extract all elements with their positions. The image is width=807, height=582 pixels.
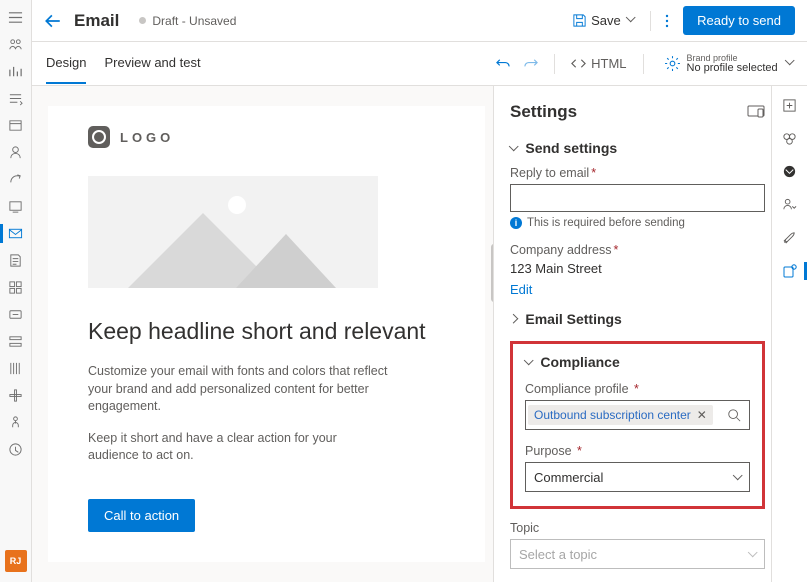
compliance-profile-lookup[interactable]: Outbound subscription center ✕	[525, 400, 750, 430]
rail-item-15[interactable]	[0, 409, 32, 436]
more-actions-icon[interactable]	[661, 10, 673, 32]
save-button[interactable]: Save	[566, 9, 640, 32]
section-toggle-compliance[interactable]: Compliance	[525, 354, 750, 370]
tab-design[interactable]: Design	[46, 43, 86, 84]
rail-item-4[interactable]	[0, 112, 32, 139]
rail-item-email[interactable]	[0, 220, 32, 247]
html-toggle[interactable]: HTML	[565, 52, 632, 75]
email-logo[interactable]: LOGO	[88, 126, 445, 148]
personalize-icon[interactable]	[778, 193, 801, 216]
company-address-label: Company address*	[510, 243, 765, 257]
user-avatar[interactable]: RJ	[5, 550, 27, 572]
info-icon: i	[510, 217, 522, 229]
brand-profile-value: No profile selected	[687, 63, 778, 74]
redo-icon[interactable]	[517, 52, 544, 75]
rail-item-1[interactable]	[0, 31, 32, 58]
layers-icon[interactable]	[778, 127, 801, 150]
section-compliance: Compliance Compliance profile * Outbound…	[510, 341, 765, 509]
chevron-down-icon	[732, 471, 742, 481]
gear-icon	[664, 55, 681, 72]
save-icon	[572, 13, 587, 28]
section-topic: Topic Select a topic	[510, 521, 765, 569]
device-preview-icon[interactable]	[747, 105, 765, 119]
company-address-value: 123 Main Street	[510, 261, 765, 276]
undo-icon[interactable]	[490, 52, 517, 75]
tab-preview[interactable]: Preview and test	[104, 43, 200, 84]
rail-item-5[interactable]	[0, 139, 32, 166]
section-send-settings: Send settings Reply to email* iThis is r…	[510, 140, 765, 297]
email-paragraph-1[interactable]: Customize your email with fonts and colo…	[88, 363, 388, 416]
topic-select[interactable]: Select a topic	[510, 539, 765, 569]
lookup-search-icon[interactable]	[719, 408, 749, 422]
app-left-rail: RJ	[0, 0, 32, 582]
settings-cog-icon[interactable]	[778, 259, 802, 283]
settings-panel: Settings Send settings Reply to email* i…	[493, 86, 807, 582]
compliance-profile-pill[interactable]: Outbound subscription center ✕	[528, 405, 713, 425]
add-element-icon[interactable]	[778, 94, 801, 117]
topic-label: Topic	[510, 521, 765, 535]
logo-text: LOGO	[120, 130, 174, 145]
rail-item-14[interactable]	[0, 382, 32, 409]
chevron-down-icon	[786, 57, 793, 69]
edit-address-link[interactable]: Edit	[510, 282, 532, 297]
reply-required-msg: iThis is required before sending	[510, 217, 765, 229]
rail-item-9[interactable]	[0, 247, 32, 274]
rail-item-3[interactable]	[0, 85, 32, 112]
save-chevron-icon[interactable]	[627, 14, 634, 26]
purpose-select[interactable]: Commercial	[525, 462, 750, 492]
page-title: Email	[74, 11, 119, 31]
back-icon[interactable]	[44, 12, 62, 30]
purpose-label: Purpose *	[525, 444, 750, 458]
email-canvas: LOGO Keep headline short and relevant Cu…	[32, 86, 493, 582]
globe-icon[interactable]	[778, 160, 801, 183]
section-toggle-email[interactable]: Email Settings	[510, 311, 765, 327]
canvas-scrollbar[interactable]	[491, 244, 493, 302]
subbar: Design Preview and test HTML Brand profi…	[32, 42, 807, 86]
chevron-down-icon	[747, 548, 757, 558]
reply-to-label: Reply to email*	[510, 166, 765, 180]
settings-title: Settings	[510, 102, 577, 122]
rail-item-2[interactable]	[0, 58, 32, 85]
rocket-icon[interactable]	[778, 226, 801, 249]
ready-to-send-button[interactable]: Ready to send	[683, 6, 795, 35]
rail-item-6[interactable]	[0, 166, 32, 193]
section-email-settings: Email Settings	[510, 311, 765, 327]
draft-status: Draft - Unsaved	[139, 14, 236, 28]
rail-item-7[interactable]	[0, 193, 32, 220]
email-paragraph-2[interactable]: Keep it short and have a clear action fo…	[88, 430, 388, 465]
rail-item-13[interactable]	[0, 355, 32, 382]
cta-button[interactable]: Call to action	[88, 499, 195, 532]
rail-item-10[interactable]	[0, 274, 32, 301]
compliance-profile-label: Compliance profile *	[525, 382, 750, 396]
rail-item-12[interactable]	[0, 328, 32, 355]
side-tool-rail	[771, 86, 807, 582]
hamburger-icon[interactable]	[0, 4, 32, 31]
image-placeholder[interactable]	[88, 176, 378, 288]
brand-profile-picker[interactable]: Brand profile No profile selected	[664, 54, 793, 74]
remove-pill-icon[interactable]: ✕	[697, 408, 707, 422]
rail-item-16[interactable]	[0, 436, 32, 463]
page-header: Email Draft - Unsaved Save Ready to send	[32, 0, 807, 42]
logo-icon	[88, 126, 110, 148]
section-toggle-send[interactable]: Send settings	[510, 140, 765, 156]
reply-to-input[interactable]	[510, 184, 765, 212]
email-headline[interactable]: Keep headline short and relevant	[88, 316, 445, 347]
save-label: Save	[591, 13, 621, 28]
rail-item-11[interactable]	[0, 301, 32, 328]
html-label: HTML	[591, 56, 626, 71]
